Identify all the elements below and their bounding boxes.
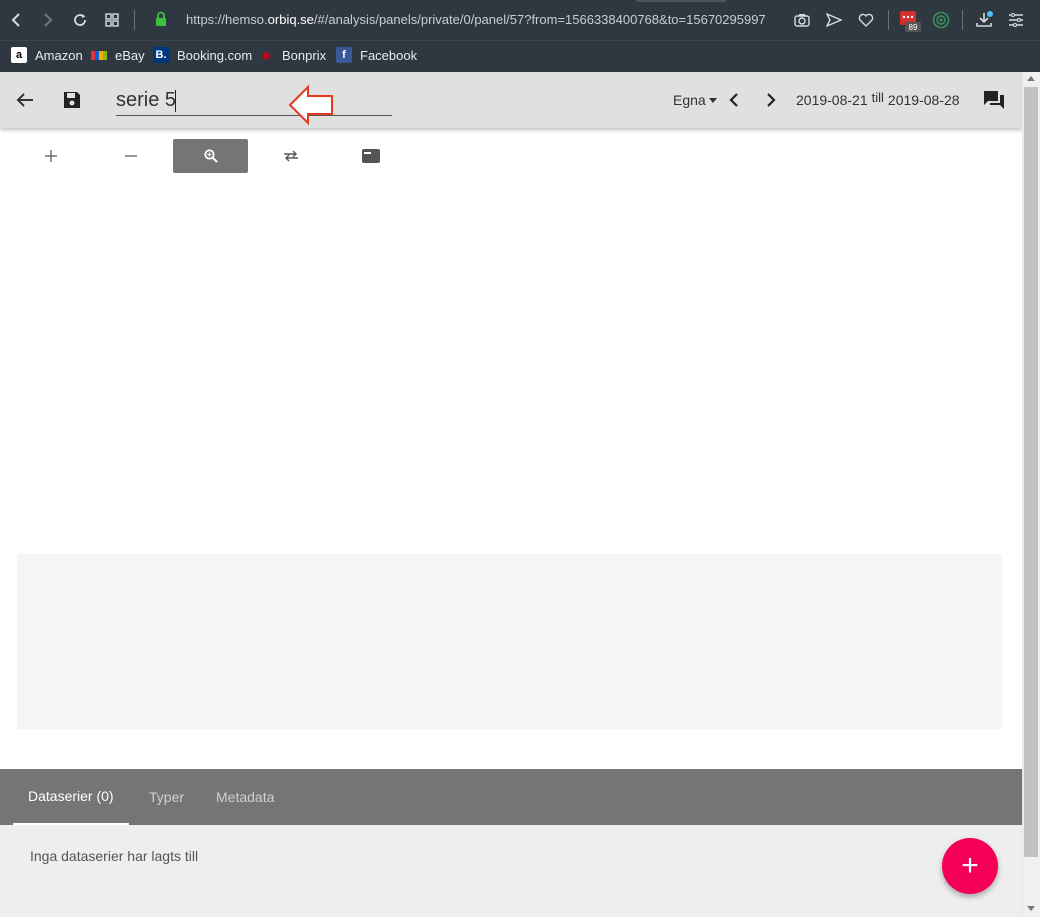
toolbar-separator xyxy=(962,10,963,30)
bookmark-ebay[interactable]: eBay xyxy=(91,47,145,63)
notification-count: 89 xyxy=(909,23,918,32)
date-range[interactable]: 2019-08-21 till 2019-08-28 xyxy=(796,90,960,108)
tabs-bar: Dataserier (0) Typer Metadata xyxy=(0,769,1022,825)
send-icon[interactable] xyxy=(822,8,846,32)
lock-icon[interactable] xyxy=(155,11,167,32)
speed-dial-icon[interactable] xyxy=(100,8,124,32)
url-domain: orbiq.se xyxy=(267,12,314,27)
active-tab-indicator xyxy=(636,0,726,2)
add-dataseries-button[interactable]: + xyxy=(942,838,998,894)
browser-toolbar: https://hemso.orbiq.se/#/analysis/panels… xyxy=(0,0,1040,40)
url-path: /#/analysis/panels/private/0/panel/57?fr… xyxy=(313,12,766,27)
snapshot-icon[interactable] xyxy=(790,8,814,32)
bookmark-bonprix[interactable]: ▦ Bonprix xyxy=(258,47,326,63)
booking-icon: B. xyxy=(153,47,169,63)
app-header: Egna 2019-08-21till2019-08-28 xyxy=(0,72,1022,128)
legend-icon xyxy=(361,149,380,163)
tab-metadata[interactable]: Metadata xyxy=(201,769,289,825)
scroll-down-icon[interactable] xyxy=(1027,906,1035,911)
zoom-out-button[interactable] xyxy=(93,139,168,173)
legend-button[interactable] xyxy=(333,139,408,173)
tab-label: Dataserier (0) xyxy=(28,788,114,804)
panel-title-input[interactable] xyxy=(116,86,392,116)
swap-icon xyxy=(283,150,298,162)
tab-typer[interactable]: Typer xyxy=(134,769,199,825)
page-scrollbar[interactable] xyxy=(1022,72,1040,917)
bookmark-label: Amazon xyxy=(35,47,83,63)
download-icon[interactable] xyxy=(972,8,996,32)
bookmark-label: eBay xyxy=(115,47,145,63)
annotation-arrow-icon xyxy=(288,84,333,126)
comments-icon[interactable] xyxy=(980,86,1008,114)
toolbar-separator xyxy=(888,10,889,30)
text-cursor xyxy=(175,90,176,112)
previous-period-icon[interactable] xyxy=(720,86,748,114)
ebay-icon xyxy=(91,47,107,63)
back-arrow-icon[interactable] xyxy=(11,86,39,114)
tab-label: Typer xyxy=(149,789,185,805)
zoom-in-button[interactable] xyxy=(13,139,88,173)
dataseries-panel: Inga dataserier har lagts till + xyxy=(0,825,1022,917)
chart-area[interactable] xyxy=(17,554,1002,729)
plus-icon xyxy=(44,150,57,162)
date-to: 2019-08-28 xyxy=(887,92,960,108)
magnifier-icon xyxy=(203,149,218,163)
bonprix-icon: ▦ xyxy=(262,50,270,60)
empty-state-text: Inga dataserier har lagts till xyxy=(30,848,199,864)
heart-icon[interactable] xyxy=(854,8,878,32)
reload-icon[interactable] xyxy=(68,8,92,32)
swap-axes-button[interactable] xyxy=(253,139,328,173)
date-from: 2019-08-21 xyxy=(796,92,868,108)
owner-filter-label: Egna xyxy=(673,92,706,108)
tab-label: Metadata xyxy=(216,789,275,805)
tab-dataserier[interactable]: Dataserier (0) xyxy=(13,769,129,825)
facebook-icon: f xyxy=(336,47,352,63)
bookmark-amazon[interactable]: a Amazon xyxy=(11,47,83,63)
bookmark-label: Booking.com xyxy=(177,47,253,63)
address-bar[interactable]: https://hemso.orbiq.se/#/analysis/panels… xyxy=(186,12,766,27)
plus-icon: + xyxy=(961,849,979,882)
date-separator: till xyxy=(871,90,884,105)
menu-icon[interactable] xyxy=(1004,8,1028,32)
scrollbar-thumb[interactable] xyxy=(1024,87,1038,857)
zoom-select-button[interactable] xyxy=(173,139,248,173)
bookmark-facebook[interactable]: f Facebook xyxy=(336,47,417,63)
bookmark-label: Bonprix xyxy=(282,47,327,63)
minus-icon xyxy=(124,155,137,157)
bookmark-booking[interactable]: B. Booking.com xyxy=(153,47,252,63)
scroll-up-icon[interactable] xyxy=(1027,76,1035,81)
extension-radar-icon[interactable] xyxy=(929,8,953,32)
save-icon[interactable] xyxy=(58,86,86,114)
bookmarks-bar: a Amazon eBay B. Booking.com ▦ Bonprix f… xyxy=(0,40,1040,72)
next-period-icon[interactable] xyxy=(757,86,785,114)
amazon-icon: a xyxy=(11,47,27,63)
forward-icon[interactable] xyxy=(36,8,60,32)
caret-down-icon xyxy=(708,97,717,103)
owner-filter-dropdown[interactable]: Egna xyxy=(673,92,717,108)
bookmark-label: Facebook xyxy=(360,47,418,63)
url-prefix: https://hemso. xyxy=(186,12,268,27)
extension-calendar-icon[interactable]: 89 xyxy=(897,8,921,32)
toolbar-separator xyxy=(134,10,135,30)
back-icon[interactable] xyxy=(4,8,28,32)
